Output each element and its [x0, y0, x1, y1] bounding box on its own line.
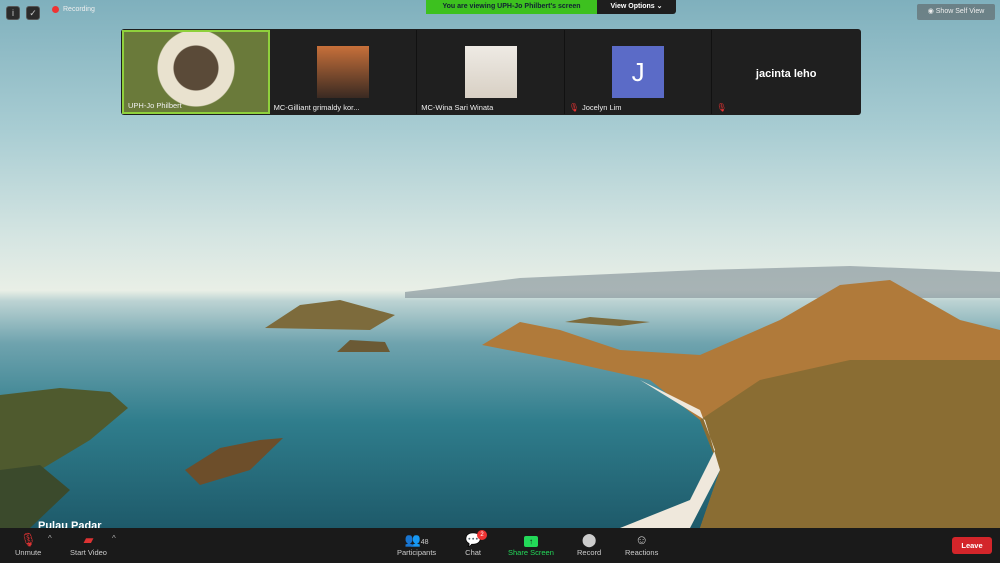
participant-tile[interactable]: MC-Gilliant grimaldy kor... — [270, 30, 418, 114]
info-icon[interactable]: i — [6, 6, 20, 20]
security-shield-icon[interactable]: ✓ — [26, 6, 40, 20]
participant-tile[interactable]: MC-Wina Sari Winata — [417, 30, 565, 114]
chat-badge: 2 — [477, 530, 487, 540]
participant-photo — [464, 46, 517, 98]
participant-name: Jocelyn Lim — [581, 103, 622, 112]
participant-photo — [316, 46, 369, 98]
participant-count: 48 — [420, 539, 429, 546]
participants-label: Participants — [397, 548, 437, 557]
record-button[interactable]: ⬤ Record — [577, 532, 601, 557]
recording-icon — [52, 6, 59, 13]
unmute-button[interactable]: 🎙 Unmute — [15, 532, 41, 557]
show-self-view-label: Show Self View — [935, 8, 985, 15]
recording-label: Recording — [63, 6, 95, 13]
share-screen-icon: ↑ — [523, 532, 538, 548]
meeting-toolbar: 🎙 Unmute ^ ▰ Start Video ^ 👥48 Participants… — [0, 528, 1000, 563]
participant-tile[interactable]: UPH-Jo Philbert — [122, 30, 270, 114]
participant-strip: UPH-Jo Philbert MC-Gilliant grimaldy kor… — [121, 29, 861, 115]
share-screen-label: Share Screen — [508, 548, 554, 557]
chat-button[interactable]: 💬 2 Chat — [465, 530, 487, 557]
recording-indicator: Recording — [52, 6, 95, 13]
participant-name: MC-Wina Sari Winata — [421, 103, 494, 112]
participants-icon: 👥48 — [404, 532, 429, 547]
start-video-button[interactable]: ▰ Start Video — [70, 532, 107, 557]
record-icon: ⬤ — [581, 532, 597, 547]
participant-avatar: J — [612, 46, 665, 98]
video-options-caret[interactable]: ^ — [112, 534, 116, 543]
chat-label: Chat — [465, 548, 482, 557]
participant-name: MC-Gilliant grimaldy kor... — [273, 103, 360, 112]
unmute-label: Unmute — [15, 548, 42, 557]
participant-video — [124, 32, 268, 112]
muted-mic-icon: 🎙 — [568, 103, 579, 112]
eye-icon: ◉ — [927, 8, 936, 15]
participant-name: jacinta leho — [755, 68, 817, 80]
reactions-label: Reactions — [625, 548, 659, 557]
start-video-label: Start Video — [70, 548, 107, 557]
reactions-icon: ☺ — [635, 532, 649, 547]
muted-mic-icon: 🎙 — [716, 103, 727, 112]
participant-tile[interactable]: J 🎙 Jocelyn Lim — [565, 30, 713, 114]
show-self-view-button[interactable]: ◉ Show Self View — [917, 4, 995, 20]
audio-options-caret[interactable]: ^ — [48, 534, 52, 543]
record-label: Record — [577, 548, 602, 557]
participant-name: UPH-Jo Philbert — [128, 101, 182, 110]
share-screen-button[interactable]: ↑ Share Screen — [508, 532, 554, 557]
participant-tile[interactable]: jacinta leho 🎙 — [712, 30, 860, 114]
muted-mic-icon: 🎙 — [19, 532, 37, 547]
video-off-icon: ▰ — [83, 532, 94, 547]
viewing-banner: You are viewing UPH-Jo Philbert's screen — [426, 0, 597, 14]
reactions-button[interactable]: ☺ Reactions — [625, 532, 658, 557]
participants-button[interactable]: 👥48 Participants — [397, 532, 436, 557]
view-options-button[interactable]: View Options ⌄ — [597, 0, 676, 14]
leave-button[interactable]: Leave — [952, 537, 992, 554]
